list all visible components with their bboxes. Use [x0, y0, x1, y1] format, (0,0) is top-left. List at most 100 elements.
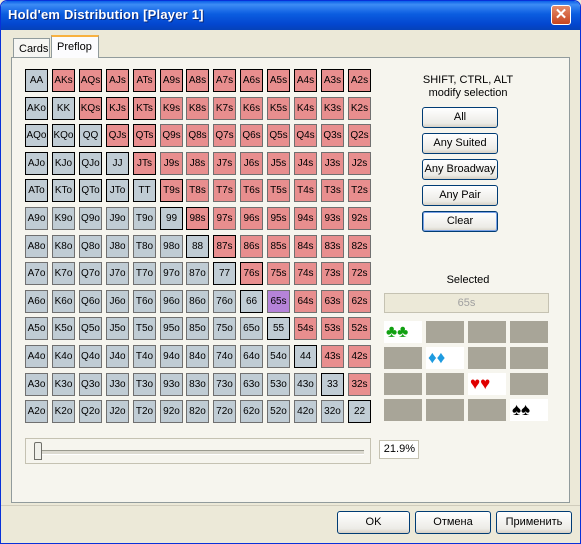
hand-cell-K3o[interactable]: K3o: [52, 373, 75, 396]
hand-cell-AQs[interactable]: AQs: [79, 69, 102, 92]
hand-cell-J4o[interactable]: J4o: [106, 345, 129, 368]
range-slider[interactable]: [25, 438, 371, 464]
hand-cell-62o[interactable]: 62o: [240, 400, 263, 423]
hand-cell-J7s[interactable]: J7s: [213, 152, 236, 175]
hand-cell-96o[interactable]: 96o: [160, 290, 183, 313]
hand-cell-QJs[interactable]: QJs: [106, 124, 129, 147]
clear-button[interactable]: Clear: [422, 211, 498, 232]
hand-cell-J6s[interactable]: J6s: [240, 152, 263, 175]
hand-cell-J8s[interactable]: J8s: [186, 152, 209, 175]
hand-cell-T7o[interactable]: T7o: [133, 262, 156, 285]
suit-square-1-3[interactable]: [510, 347, 550, 371]
suit-square-1-2[interactable]: [468, 347, 508, 371]
hand-cell-K5o[interactable]: K5o: [52, 317, 75, 340]
hand-cell-K8s[interactable]: K8s: [186, 97, 209, 120]
hand-cell-A5o[interactable]: A5o: [25, 317, 48, 340]
hand-cell-93o[interactable]: 93o: [160, 373, 183, 396]
hand-cell-63s[interactable]: 63s: [321, 290, 344, 313]
suit-square-2-0[interactable]: [384, 373, 424, 397]
hand-cell-KTs[interactable]: KTs: [133, 97, 156, 120]
hand-cell-43o[interactable]: 43o: [294, 373, 317, 396]
hand-cell-K7s[interactable]: K7s: [213, 97, 236, 120]
hand-cell-KK[interactable]: KK: [52, 97, 75, 120]
hand-cell-J8o[interactable]: J8o: [106, 235, 129, 258]
hand-cell-A4s[interactable]: A4s: [294, 69, 317, 92]
suit-square-1-0[interactable]: [384, 347, 424, 371]
hand-cell-74o[interactable]: 74o: [213, 345, 236, 368]
tab-preflop[interactable]: Preflop: [51, 35, 99, 58]
hand-cell-T2s[interactable]: T2s: [348, 179, 371, 202]
range-percent-field[interactable]: 21.9%: [379, 440, 419, 459]
hand-cell-JJ[interactable]: JJ: [106, 152, 129, 175]
hand-cell-87s[interactable]: 87s: [213, 235, 236, 258]
hand-cell-J5o[interactable]: J5o: [106, 317, 129, 340]
hand-cell-AA[interactable]: AA: [25, 69, 48, 92]
close-icon[interactable]: ✕: [551, 5, 571, 25]
hand-cell-42o[interactable]: 42o: [294, 400, 317, 423]
hand-cell-K5s[interactable]: K5s: [267, 97, 290, 120]
hand-cell-J3s[interactable]: J3s: [321, 152, 344, 175]
hand-cell-A9o[interactable]: A9o: [25, 207, 48, 230]
hand-cell-43s[interactable]: 43s: [321, 345, 344, 368]
hand-cell-65s[interactable]: 65s: [267, 290, 290, 313]
hand-cell-86o[interactable]: 86o: [186, 290, 209, 313]
hand-cell-Q2o[interactable]: Q2o: [79, 400, 102, 423]
hand-cell-QQ[interactable]: QQ: [79, 124, 102, 147]
hand-cell-K4o[interactable]: K4o: [52, 345, 75, 368]
hand-cell-32o[interactable]: 32o: [321, 400, 344, 423]
hand-cell-Q4o[interactable]: Q4o: [79, 345, 102, 368]
hand-cell-J9s[interactable]: J9s: [160, 152, 183, 175]
hand-cell-95o[interactable]: 95o: [160, 317, 183, 340]
hand-cell-T6o[interactable]: T6o: [133, 290, 156, 313]
hand-cell-TT[interactable]: TT: [133, 179, 156, 202]
hand-cell-KQo[interactable]: KQo: [52, 124, 75, 147]
select-all-button[interactable]: All: [422, 107, 498, 128]
hand-cell-A6s[interactable]: A6s: [240, 69, 263, 92]
hand-cell-T7s[interactable]: T7s: [213, 179, 236, 202]
hand-cell-A7o[interactable]: A7o: [25, 262, 48, 285]
hand-cell-T3o[interactable]: T3o: [133, 373, 156, 396]
hand-cell-53o[interactable]: 53o: [267, 373, 290, 396]
hand-cell-53s[interactable]: 53s: [321, 317, 344, 340]
hand-cell-QTo[interactable]: QTo: [79, 179, 102, 202]
hand-cell-K4s[interactable]: K4s: [294, 97, 317, 120]
hand-cell-22[interactable]: 22: [348, 400, 371, 423]
any-suited-button[interactable]: Any Suited: [422, 133, 498, 154]
hand-cell-Q8o[interactable]: Q8o: [79, 235, 102, 258]
hand-cell-66[interactable]: 66: [240, 290, 263, 313]
hand-cell-75o[interactable]: 75o: [213, 317, 236, 340]
hand-cell-83o[interactable]: 83o: [186, 373, 209, 396]
hand-cell-J5s[interactable]: J5s: [267, 152, 290, 175]
hand-cell-T4o[interactable]: T4o: [133, 345, 156, 368]
hand-cell-KQs[interactable]: KQs: [79, 97, 102, 120]
hand-cell-97o[interactable]: 97o: [160, 262, 183, 285]
suit-square-2-3[interactable]: [510, 373, 550, 397]
hand-cell-98s[interactable]: 98s: [186, 207, 209, 230]
hand-cell-A2o[interactable]: A2o: [25, 400, 48, 423]
hand-cell-ATo[interactable]: ATo: [25, 179, 48, 202]
hand-cell-44[interactable]: 44: [294, 345, 317, 368]
hand-cell-K9s[interactable]: K9s: [160, 97, 183, 120]
tab-cards[interactable]: Cards: [13, 38, 50, 58]
hand-cell-54s[interactable]: 54s: [294, 317, 317, 340]
hand-cell-Q5o[interactable]: Q5o: [79, 317, 102, 340]
hand-cell-99[interactable]: 99: [160, 207, 183, 230]
hand-cell-J2o[interactable]: J2o: [106, 400, 129, 423]
suit-square-0-2[interactable]: [468, 321, 508, 345]
hand-cell-93s[interactable]: 93s: [321, 207, 344, 230]
hand-cell-J2s[interactable]: J2s: [348, 152, 371, 175]
hand-cell-T3s[interactable]: T3s: [321, 179, 344, 202]
hand-cell-T5s[interactable]: T5s: [267, 179, 290, 202]
suit-square-3-1[interactable]: [426, 399, 466, 423]
hand-cell-84s[interactable]: 84s: [294, 235, 317, 258]
hand-cell-83s[interactable]: 83s: [321, 235, 344, 258]
apply-button[interactable]: Применить: [496, 511, 572, 534]
hand-cell-92o[interactable]: 92o: [160, 400, 183, 423]
suit-square-3-2[interactable]: [468, 399, 508, 423]
hand-cell-33[interactable]: 33: [321, 373, 344, 396]
suit-square-0-0[interactable]: ♣♣: [384, 321, 424, 345]
hand-cell-A6o[interactable]: A6o: [25, 290, 48, 313]
hand-cell-A7s[interactable]: A7s: [213, 69, 236, 92]
hand-cell-ATs[interactable]: ATs: [133, 69, 156, 92]
hand-cell-54o[interactable]: 54o: [267, 345, 290, 368]
